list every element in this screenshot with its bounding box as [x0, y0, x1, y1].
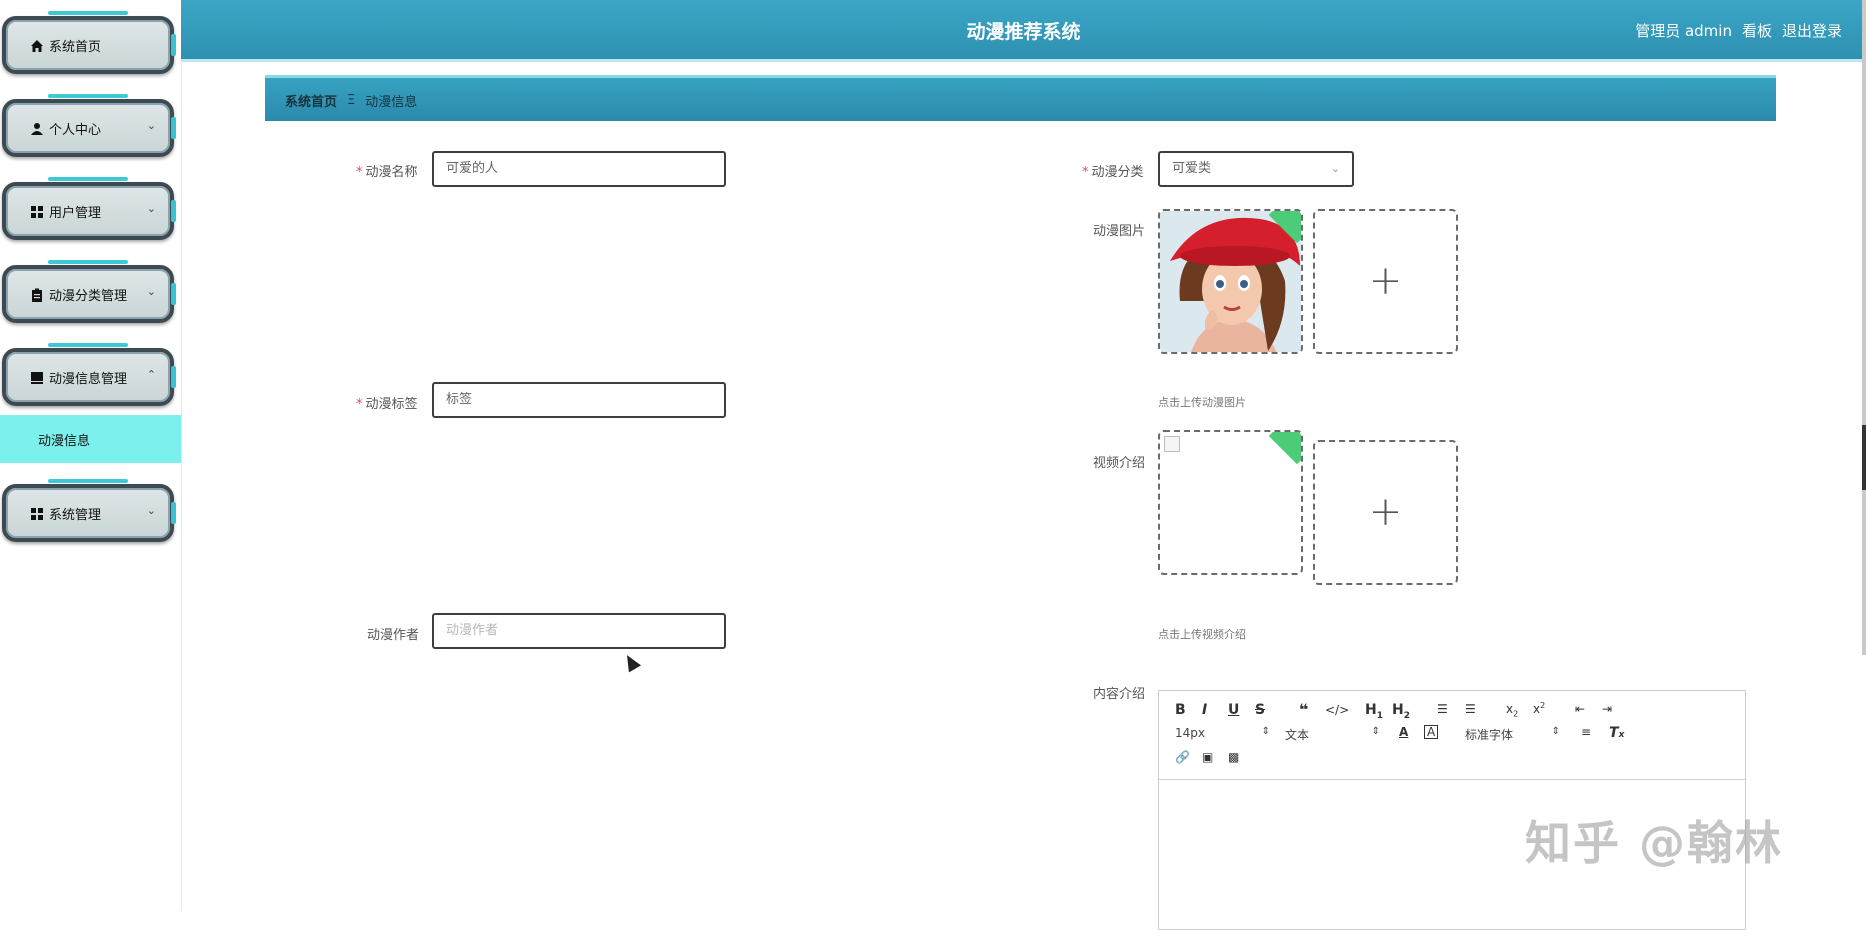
user-icon	[30, 122, 44, 136]
sidebar-subitem-label: 动漫信息	[38, 434, 91, 449]
image-label: 动漫图片	[1093, 224, 1146, 239]
name-label: * 动漫名称	[356, 165, 418, 180]
heading2-icon[interactable]: H2	[1392, 702, 1410, 721]
sidebar-item-info-management[interactable]: 动漫信息管理 ⌃	[2, 348, 176, 406]
plus-icon: +	[1368, 257, 1403, 304]
required-mark: *	[356, 165, 363, 180]
italic-icon[interactable]: I	[1202, 702, 1207, 718]
author-label: 动漫作者	[367, 628, 420, 643]
sidebar-item-system-management[interactable]: 系统管理 ⌄	[2, 484, 176, 542]
breadcrumb-current: 动漫信息	[365, 95, 418, 110]
author-input[interactable]: 动漫作者	[432, 613, 726, 649]
sidebar-item-label: 动漫信息管理	[49, 372, 128, 387]
clear-format-icon[interactable]: Tx	[1609, 725, 1624, 741]
logout-link[interactable]: 退出登录	[1782, 20, 1842, 41]
chevron-up-icon: ⌃	[146, 368, 156, 381]
grid-icon	[30, 507, 44, 521]
sidebar-item-label: 系统首页	[49, 40, 102, 55]
image-upload-button[interactable]: +	[1313, 209, 1458, 354]
superscript-icon[interactable]: x2	[1533, 701, 1545, 716]
blockquote-icon[interactable]: ❝	[1299, 700, 1308, 719]
video-label: 视频介绍	[1093, 456, 1146, 471]
sidebar-item-label: 用户管理	[49, 206, 102, 221]
underline-icon[interactable]: U	[1228, 702, 1239, 718]
required-mark: *	[356, 397, 363, 412]
sidebar-item-home[interactable]: 系统首页	[2, 16, 176, 74]
sidebar-item-label: 动漫分类管理	[49, 289, 128, 304]
video-icon[interactable]: ▩	[1228, 750, 1239, 764]
dashboard-link[interactable]: 看板	[1742, 20, 1772, 41]
font-family-select[interactable]: 标准字体 ⇕	[1465, 726, 1560, 743]
sidebar-item-label: 系统管理	[49, 508, 102, 523]
image-upload-hint: 点击上传动漫图片	[1158, 396, 1246, 409]
app-title: 动漫推荐系统	[966, 21, 1081, 43]
align-icon[interactable]: ≡	[1581, 725, 1591, 739]
header-select-value: 文本	[1285, 728, 1310, 742]
mouse-cursor-icon	[620, 651, 642, 673]
breadcrumb-separator: Ξ	[347, 93, 356, 108]
anime-portrait-image	[1160, 211, 1301, 352]
bullet-list-icon[interactable]: ☰	[1465, 702, 1476, 716]
content-label: 内容介绍	[1093, 687, 1146, 702]
plus-icon: +	[1368, 488, 1403, 535]
ordered-list-icon[interactable]: ☰	[1437, 702, 1448, 716]
uploaded-image-thumbnail[interactable]	[1158, 209, 1303, 354]
chevron-down-icon: ⌄	[146, 119, 156, 132]
watermark: 知乎 @翰林	[1525, 816, 1784, 870]
category-select[interactable]: 可爱类 ⌄	[1158, 151, 1354, 187]
tag-label: * 动漫标签	[356, 397, 418, 412]
broken-image-icon	[1164, 436, 1180, 452]
link-icon[interactable]: 🔗	[1175, 750, 1190, 764]
editor-toolbar: B I U S ❝ </> H1 H2 ☰ ☰ x2 x2 ⇤ ⇥ 14px ⇕…	[1159, 691, 1745, 780]
clipboard-icon	[30, 288, 44, 302]
home-icon	[30, 39, 44, 53]
code-icon[interactable]: </>	[1325, 703, 1349, 717]
header-select[interactable]: 文本 ⇕	[1285, 726, 1380, 743]
image-icon[interactable]: ▣	[1202, 750, 1213, 764]
scrollbar[interactable]	[1862, 0, 1866, 655]
font-size-select[interactable]: 14px ⇕	[1175, 726, 1270, 740]
video-upload-hint: 点击上传视频介绍	[1158, 628, 1246, 641]
spinner-icon: ⇕	[1371, 726, 1380, 737]
chevron-down-icon: ⌄	[1330, 162, 1340, 175]
breadcrumb-home[interactable]: 系统首页	[285, 91, 337, 110]
chevron-down-icon: ⌄	[146, 202, 156, 215]
font-color-icon[interactable]: A	[1399, 725, 1408, 739]
uploaded-video-thumbnail[interactable]	[1158, 430, 1303, 575]
spinner-icon: ⇕	[1261, 726, 1270, 737]
top-header: 动漫推荐系统 管理员 admin 看板 退出登录	[181, 0, 1866, 62]
sidebar-item-category-management[interactable]: 动漫分类管理 ⌄	[2, 265, 176, 323]
chevron-down-icon: ⌄	[146, 504, 156, 517]
upload-success-corner	[1268, 432, 1301, 465]
strikethrough-icon[interactable]: S	[1255, 702, 1265, 718]
heading1-icon[interactable]: H1	[1365, 702, 1383, 721]
scrollbar-thumb[interactable]	[1862, 425, 1866, 490]
category-label: * 动漫分类	[1082, 165, 1144, 180]
subscript-icon[interactable]: x2	[1506, 702, 1518, 718]
breadcrumb: 系统首页 Ξ 动漫信息	[265, 75, 1776, 121]
outdent-icon[interactable]: ⇤	[1575, 702, 1585, 716]
sidebar-subitem-anime-info[interactable]: 动漫信息	[0, 415, 181, 463]
spinner-icon: ⇕	[1551, 726, 1560, 737]
video-upload-button[interactable]: +	[1313, 440, 1458, 585]
user-label: 管理员 admin	[1635, 22, 1732, 40]
grid-icon	[30, 205, 44, 219]
bold-icon[interactable]: B	[1175, 702, 1186, 718]
required-mark: *	[1082, 165, 1089, 180]
book-icon	[30, 371, 44, 385]
name-input[interactable]: 可爱的人	[432, 151, 726, 187]
sidebar-item-user-management[interactable]: 用户管理 ⌄	[2, 182, 176, 240]
font-size-value: 14px	[1175, 726, 1205, 740]
chevron-down-icon: ⌄	[146, 285, 156, 298]
tag-input[interactable]: 标签	[432, 382, 726, 418]
indent-icon[interactable]: ⇥	[1602, 702, 1612, 716]
category-selected-value: 可爱类	[1172, 161, 1212, 176]
sidebar-item-personal-center[interactable]: 个人中心 ⌄	[2, 99, 176, 157]
background-color-icon[interactable]: A	[1424, 725, 1439, 739]
sidebar: 系统首页 个人中心 ⌄ 用户管理 ⌄ 动漫分类管理 ⌄ 动漫信息管理 ⌃ 动漫信…	[0, 0, 182, 911]
font-family-value: 标准字体	[1465, 728, 1514, 742]
sidebar-item-label: 个人中心	[49, 123, 102, 138]
